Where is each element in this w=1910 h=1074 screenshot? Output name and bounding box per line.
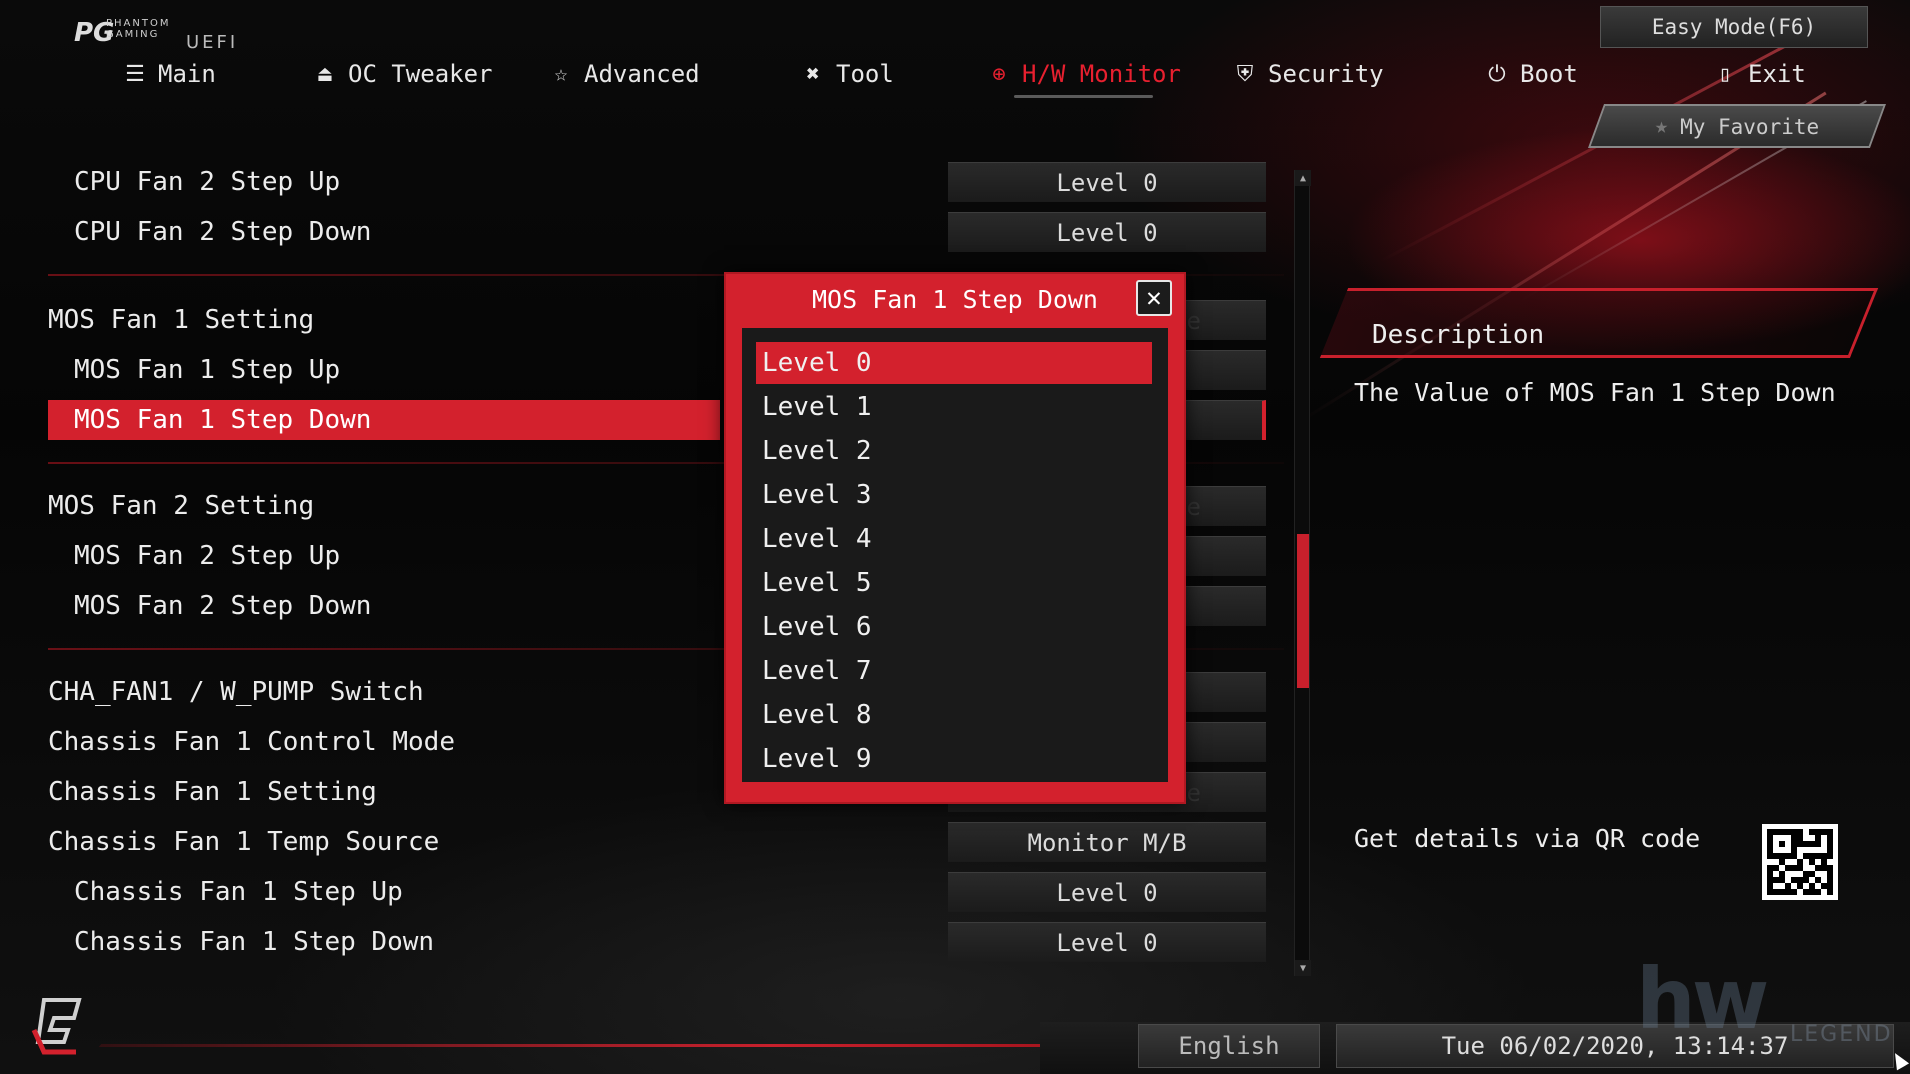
setting-label: Chassis Fan 1 Temp Source [48,827,440,857]
setting-row[interactable]: CHA_FAN1 / W_PUMP Switch [48,672,720,712]
option-item[interactable]: Level 5 [756,562,1152,604]
phantom-gaming-logo: PG PHANTOM GAMING UEFI [74,14,274,54]
tab-label: Boot [1520,60,1578,88]
setting-label: MOS Fan 2 Step Down [74,591,372,621]
power-icon: ⏻ [1488,61,1506,87]
tab-security[interactable]: ⛨ Security [1232,52,1384,96]
tab-oc-tweaker[interactable]: ⏏ OC Tweaker [312,52,493,96]
setting-label: MOS Fan 1 Step Down [74,405,372,435]
monitor-gauge-icon: ⊕ [992,61,1006,87]
option-list: Level 0 Level 1 Level 2 Level 3 Level 4 … [742,328,1168,782]
setting-label: MOS Fan 2 Step Up [74,541,341,571]
setting-row[interactable]: MOS Fan 2 Setting [48,486,720,526]
setting-label: MOS Fan 1 Step Up [74,355,341,385]
setting-row[interactable]: Chassis Fan 1 Control Mode [48,722,720,762]
list-icon: ☰ [125,61,145,87]
setting-label: CPU Fan 2 Step Up [74,167,341,197]
logo-uefi-text: UEFI [186,32,239,53]
shield-icon: ⛨ [1236,61,1254,87]
scroll-down-icon[interactable]: ▼ [1295,960,1311,976]
option-item[interactable]: Level 3 [756,474,1152,516]
setting-label: MOS Fan 1 Setting [48,305,315,335]
watermark-logo: hw LEGEND [1636,950,1896,1060]
my-favorite-button[interactable]: ★ My Favorite [1587,104,1887,148]
setting-row[interactable]: MOS Fan 2 Step Down [48,586,720,626]
easy-mode-button[interactable]: Easy Mode(F6) [1600,6,1868,48]
tab-label: Advanced [584,60,700,88]
setting-value[interactable]: Level 0 [948,922,1266,962]
scroll-up-icon[interactable]: ▲ [1295,170,1311,186]
description-title: Description [1372,320,1545,350]
setting-row[interactable]: Chassis Fan 1 Temp Source [48,822,720,862]
setting-label: CPU Fan 2 Step Down [74,217,372,247]
setting-label: CHA_FAN1 / W_PUMP Switch [48,677,424,707]
option-item[interactable]: Level 8 [756,694,1152,736]
qr-caption: Get details via QR code [1354,824,1701,853]
footer-accent-line [98,1044,1062,1047]
tab-label: H/W Monitor [1022,60,1181,88]
setting-label: Chassis Fan 1 Step Up [74,877,403,907]
scroll-thumb[interactable] [1297,534,1309,688]
qr-code-icon [1762,824,1838,900]
language-button[interactable]: English [1138,1024,1320,1068]
setting-value[interactable]: Monitor M/B [948,822,1266,862]
setting-row[interactable]: CPU Fan 2 Step Down [48,212,720,252]
option-item-selected[interactable]: Level 0 [756,342,1152,384]
watermark-subtext: LEGEND [1790,1022,1893,1047]
rocket-icon: ⏏ [318,61,332,87]
exit-door-icon: ▯ [1718,61,1732,87]
setting-row[interactable]: CPU Fan 2 Step Up [48,162,720,202]
watermark-text: hw [1636,950,1769,1048]
option-item[interactable]: Level 9 [756,738,1152,780]
tab-boot[interactable]: ⏻ Boot [1484,52,1578,96]
setting-row[interactable]: Chassis Fan 1 Step Up [48,872,720,912]
setting-label: Chassis Fan 1 Setting [48,777,377,807]
setting-row[interactable]: Chassis Fan 1 Step Down [48,922,720,962]
option-item[interactable]: Level 7 [756,650,1152,692]
tab-label: Tool [836,60,894,88]
my-favorite-label: My Favorite [1680,114,1820,138]
tab-label: Main [158,60,216,88]
option-item[interactable]: Level 4 [756,518,1152,560]
settings-scrollbar[interactable]: ▲ ▼ [1294,170,1311,976]
tab-label: Exit [1748,60,1806,88]
tools-icon: ✖ [806,61,820,87]
setting-row[interactable]: MOS Fan 2 Step Up [48,536,720,576]
tab-main[interactable]: ☰ Main [122,52,216,96]
star-icon: ☆ [554,61,568,87]
setting-row[interactable]: MOS Fan 1 Step Up [48,350,720,390]
logo-text: PHANTOM GAMING [106,18,171,40]
option-item[interactable]: Level 1 [756,386,1152,428]
tab-advanced[interactable]: ☆ Advanced [548,52,700,96]
setting-value[interactable]: Level 0 [948,212,1266,252]
option-dialog: MOS Fan 1 Step Down ✕ Level 0 Level 1 Le… [724,272,1186,804]
tab-hw-monitor[interactable]: ⊕ H/W Monitor [986,52,1181,98]
dialog-title: MOS Fan 1 Step Down [812,284,1098,314]
option-item[interactable]: Level 2 [756,430,1152,472]
setting-row[interactable]: MOS Fan 1 Setting [48,300,720,340]
setting-row-selected[interactable]: MOS Fan 1 Step Down [48,400,720,440]
pg-corner-logo-icon [31,998,82,1055]
star-icon: ★ [1654,113,1669,139]
main-nav: ☰ Main ⏏ OC Tweaker ☆ Advanced ✖ Tool ⊕ … [0,52,1910,100]
tab-exit[interactable]: ▯ Exit [1712,52,1806,96]
tab-label: OC Tweaker [348,60,493,88]
setting-label: Chassis Fan 1 Control Mode [48,727,455,757]
close-icon[interactable]: ✕ [1136,280,1172,316]
setting-row[interactable]: Chassis Fan 1 Setting [48,772,720,812]
setting-label: MOS Fan 2 Setting [48,491,315,521]
option-item[interactable]: Level 6 [756,606,1152,648]
setting-value[interactable]: Level 0 [948,162,1266,202]
setting-label: Chassis Fan 1 Step Down [74,927,435,957]
setting-value[interactable]: Level 0 [948,872,1266,912]
tab-tool[interactable]: ✖ Tool [800,52,894,96]
tab-label: Security [1268,60,1384,88]
description-text: The Value of MOS Fan 1 Step Down [1354,378,1836,407]
